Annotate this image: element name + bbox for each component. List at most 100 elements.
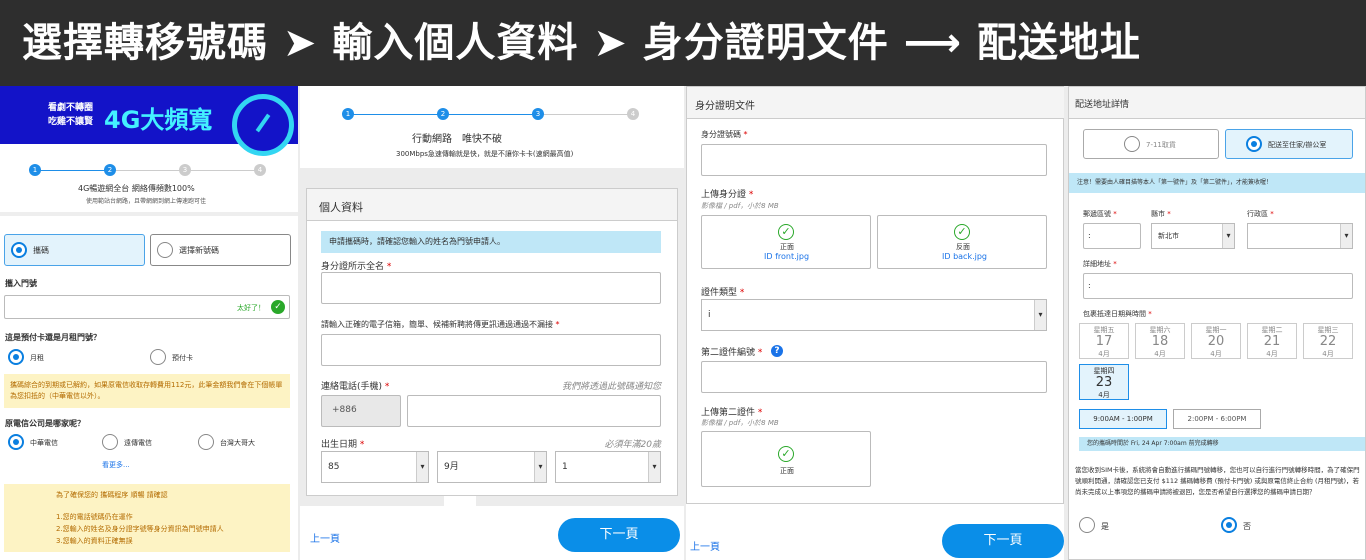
- doc2-input[interactable]: [701, 361, 1047, 393]
- checklist-item-3: 3.您輸入的資料正確無誤: [56, 537, 133, 545]
- option-home-delivery[interactable]: 配送至住家/辦公室: [1225, 129, 1353, 159]
- date-option[interactable]: 星期二 21 4月: [1247, 323, 1297, 359]
- option-new-number[interactable]: 選擇新號碼: [150, 234, 291, 266]
- doc2-label: 第二證件編號 *: [701, 348, 763, 358]
- q2-b-label: 遠傳電信: [124, 439, 152, 447]
- doc2-caption: 正面: [780, 467, 794, 475]
- warning-fee-text: 攜碼綜合的到期或已解約，如果原電信收取存轉費用112元，此筆金額我們會在下個帳單…: [10, 381, 283, 400]
- more-link[interactable]: 看更多...: [102, 460, 130, 470]
- radio-yes[interactable]: [1079, 517, 1095, 533]
- step-title: 行動網路 唯快不破: [412, 134, 502, 145]
- chevron-down-icon: ▾: [534, 452, 546, 482]
- upload-doc2[interactable]: ✓ 正面: [701, 431, 871, 487]
- q1-a-label: 月租: [30, 354, 44, 362]
- chevron-down-icon: ▾: [1034, 300, 1046, 330]
- slot-morning[interactable]: 9:00AM - 1:00PM: [1079, 409, 1167, 429]
- district-select[interactable]: ▾: [1247, 223, 1353, 249]
- store-label: 7-11取貨: [1146, 141, 1176, 149]
- date-option[interactable]: 星期五 17 4月: [1079, 323, 1129, 359]
- doc-card: 身分證明文件 身分證號碼 * 上傳身分證 * 影像檔 / pdf，小於8 MB …: [686, 86, 1064, 504]
- q2-c-label: 台灣大哥大: [220, 439, 255, 447]
- date-label: 包裹抵達日期與時間 *: [1083, 310, 1152, 318]
- radio-store-pickup[interactable]: [1124, 136, 1140, 152]
- banner-text: 選擇轉移號碼 ➤ 輸入個人資料 ➤ 身分證明文件 ⟶ 配送地址: [22, 20, 1141, 66]
- checklist-title: 為了確保您的 攜碼程序 順暢 請確認: [56, 491, 168, 499]
- q2-label: 原電信公司是哪家呢？: [5, 419, 85, 428]
- confirm-note-text: 您的攜碼時間於 Fri, 24 Apr 7:00am 前完成轉移: [1087, 440, 1219, 447]
- chevron-down-icon: ▾: [1340, 224, 1352, 248]
- speedometer-icon: [232, 94, 294, 156]
- upload-back[interactable]: ✓ 反面 ID back.jpg: [877, 215, 1047, 269]
- section-title: 個人資料: [319, 201, 363, 214]
- chevron-down-icon: ▾: [1222, 224, 1234, 248]
- title-banner: 選擇轉移號碼 ➤ 輸入個人資料 ➤ 身分證明文件 ⟶ 配送地址: [0, 0, 1366, 86]
- step-2: 2: [437, 108, 449, 120]
- q1-label: 這是預付卡還是月租門號？: [5, 333, 101, 342]
- option-store-pickup[interactable]: 7-11取貨: [1083, 129, 1219, 159]
- phone-hint: 我們將透過此號碼通知您: [561, 382, 661, 392]
- prev-link[interactable]: 上一頁: [690, 538, 720, 553]
- next-button[interactable]: 下一頁: [558, 518, 680, 552]
- radio-no[interactable]: [1221, 517, 1237, 533]
- dob-year-select[interactable]: 85 ▾: [321, 451, 429, 483]
- number-label: 攜入門號: [5, 279, 37, 288]
- back-caption: 反面: [956, 243, 970, 251]
- date-option[interactable]: 星期一 20 4月: [1191, 323, 1241, 359]
- district-label: 行政區 *: [1247, 210, 1274, 218]
- q1-b-label: 預付卡: [172, 354, 193, 362]
- email-input[interactable]: [321, 334, 661, 366]
- zip-input[interactable]: :: [1083, 223, 1141, 249]
- dob-month-select[interactable]: 9月 ▾: [437, 451, 547, 483]
- name-input[interactable]: [321, 272, 661, 304]
- help-icon[interactable]: ?: [771, 345, 783, 357]
- chevron-down-icon: ▾: [648, 452, 660, 482]
- radio-keep-number[interactable]: [11, 242, 27, 258]
- checklist-item-2: 2.您輸入的姓名及身分證字號等身分資訊為門號申請人: [56, 525, 224, 533]
- front-filename: ID front.jpg: [764, 252, 810, 261]
- address-input[interactable]: :: [1083, 273, 1353, 299]
- home-label: 配送至住家/辦公室: [1268, 141, 1327, 149]
- slot-afternoon[interactable]: 2:00PM - 6:00PM: [1173, 409, 1261, 429]
- date-option[interactable]: 星期六 18 4月: [1135, 323, 1185, 359]
- step-3: 3: [179, 164, 191, 176]
- prev-link[interactable]: 上一頁: [310, 530, 340, 545]
- doc-type-select[interactable]: i ▾: [701, 299, 1047, 331]
- front-caption: 正面: [780, 243, 794, 251]
- radio-prepaid[interactable]: [150, 349, 166, 365]
- doc-type-label: 證件類型 *: [701, 288, 745, 298]
- radio-twm[interactable]: [198, 434, 214, 450]
- step-subtitle: 使用範站台網路，且帶網網到網上傳速跑可佳: [86, 198, 207, 205]
- radio-monthly[interactable]: [8, 349, 24, 365]
- upload-label: 上傳身分證 *: [701, 190, 754, 200]
- panel-id-documents: 身分證明文件 身分證號碼 * 上傳身分證 * 影像檔 / pdf，小於8 MB …: [686, 86, 1064, 560]
- name-label: 身分證所示全名 *: [321, 262, 392, 272]
- panel-personal-info: 1 2 3 4 行動網路 唯快不破 300Mbps急速傳輸就是快，就是不讓你卡卡…: [300, 86, 684, 560]
- step-3: 3: [532, 108, 544, 120]
- address-label: 詳細地址 *: [1083, 260, 1117, 268]
- email-label: 請輸入正確的電子信箱，簡單、候補新聘將傳更訊通過通過不漏接 *: [321, 320, 560, 329]
- date-option[interactable]: 星期三 22 4月: [1303, 323, 1353, 359]
- checklist-item-1: 1.您的電話號碼仍在運作: [56, 513, 133, 521]
- radio-home-delivery[interactable]: [1246, 136, 1262, 152]
- zip-label: 郵遞區號 *: [1083, 210, 1117, 218]
- warning-fee: 攜碼綜合的到期或已解約，如果原電信收取存轉費用112元，此筆金額我們會在下個帳單…: [4, 374, 290, 408]
- number-input[interactable]: 太好了！ ✓: [4, 295, 290, 319]
- radio-cht[interactable]: [8, 434, 24, 450]
- radio-fet[interactable]: [102, 434, 118, 450]
- phone-input[interactable]: [407, 395, 661, 427]
- next-button[interactable]: 下一頁: [942, 524, 1064, 558]
- dob-hint: 必須年滿20歲: [604, 440, 661, 450]
- date-option-selected[interactable]: 星期四 23 4月: [1079, 364, 1129, 400]
- radio-new-number[interactable]: [157, 242, 173, 258]
- city-select[interactable]: 新北市 ▾: [1151, 223, 1235, 249]
- upload-hint: 影像檔 / pdf，小於8 MB: [701, 202, 779, 210]
- q2-a-label: 中華電信: [30, 439, 58, 447]
- chevron-down-icon: ▾: [416, 452, 428, 482]
- step-2: 2: [104, 164, 116, 176]
- warning-checklist: 為了確保您的 攜碼程序 順暢 請確認 1.您的電話號碼仍在運作 2.您輸入的姓名…: [4, 484, 290, 552]
- option-keep-number[interactable]: 攜碼: [4, 234, 145, 266]
- upload-front[interactable]: ✓ 正面 ID front.jpg: [701, 215, 871, 269]
- upload2-label: 上傳第二證件 *: [701, 408, 763, 418]
- id-input[interactable]: [701, 144, 1047, 176]
- dob-day-select[interactable]: 1 ▾: [555, 451, 661, 483]
